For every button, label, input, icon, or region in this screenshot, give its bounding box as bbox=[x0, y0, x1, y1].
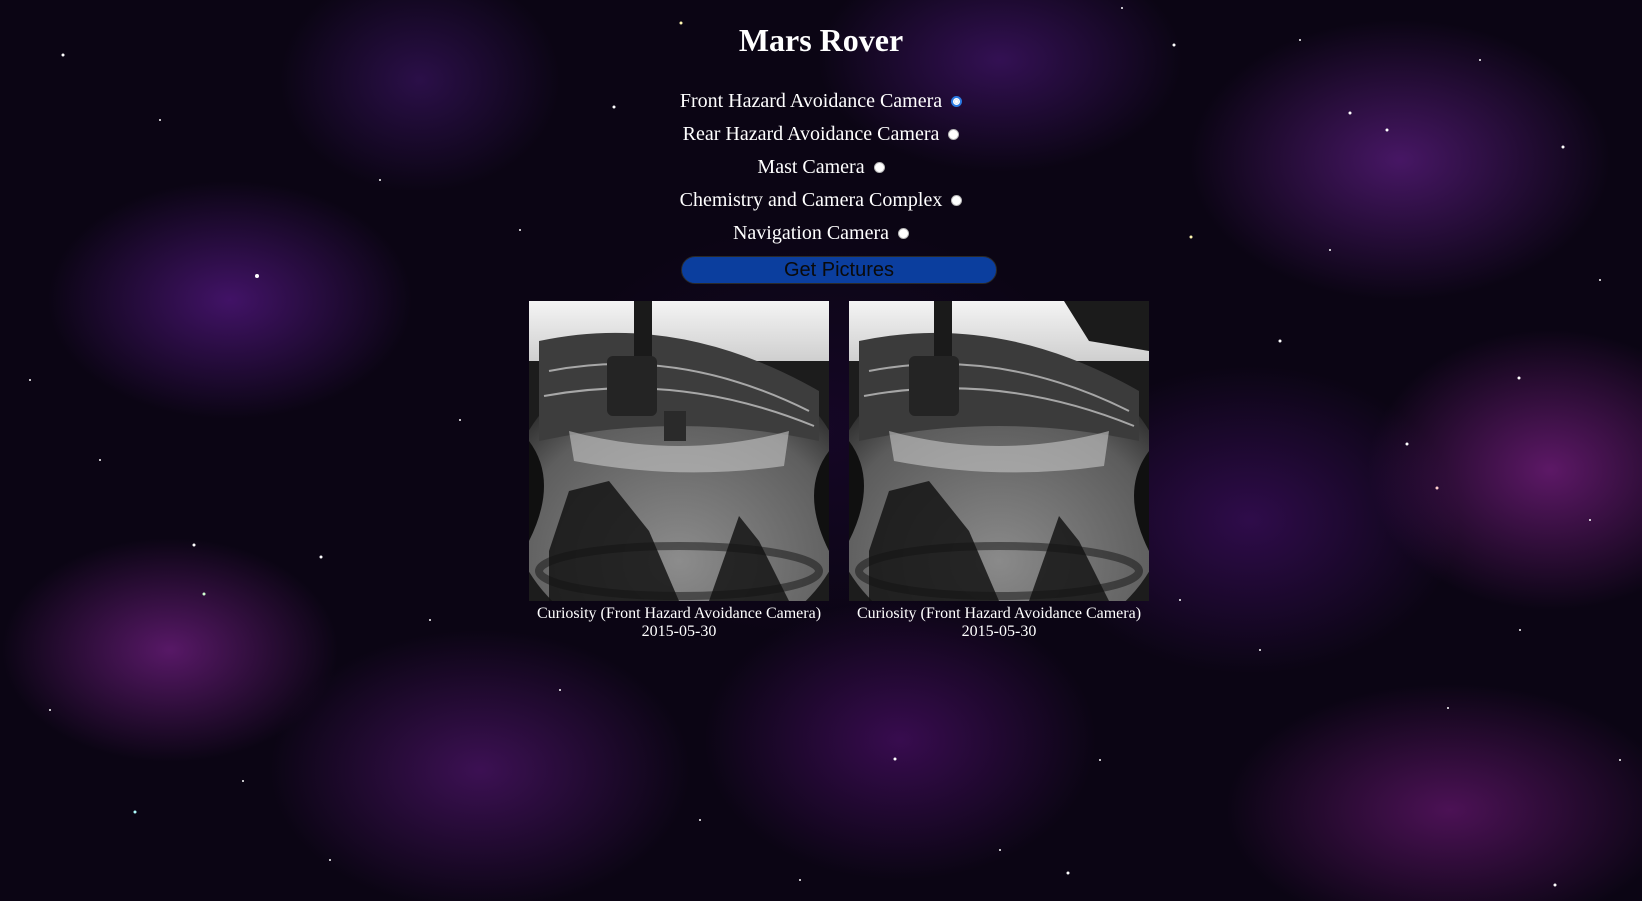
camera-option-label: Front Hazard Avoidance Camera bbox=[679, 90, 943, 112]
photo-date: 2015-05-30 bbox=[961, 623, 1037, 640]
page-background: { "page": { "title": "Mars Rover" }, "ca… bbox=[0, 0, 1642, 901]
radio-button[interactable] bbox=[898, 228, 910, 239]
camera-option-front-hazard[interactable]: Front Hazard Avoidance Camera bbox=[0, 85, 1642, 118]
radio-button-selected[interactable] bbox=[951, 96, 963, 107]
camera-option-rear-hazard[interactable]: Rear Hazard Avoidance Camera bbox=[0, 118, 1642, 151]
rover-photo[interactable] bbox=[849, 301, 1149, 601]
photo-card: Curiosity (Front Hazard Avoidance Camera… bbox=[529, 301, 829, 641]
photo-caption: Curiosity (Front Hazard Avoidance Camera… bbox=[856, 605, 1142, 622]
camera-option-label: Navigation Camera bbox=[732, 222, 890, 244]
camera-option-mast[interactable]: Mast Camera bbox=[0, 151, 1642, 184]
page-title: Mars Rover bbox=[738, 22, 904, 58]
radio-button[interactable] bbox=[951, 195, 963, 206]
radio-button[interactable] bbox=[873, 162, 885, 173]
get-pictures-button[interactable]: Get Pictures bbox=[681, 256, 997, 284]
photo-card: Curiosity (Front Hazard Avoidance Camera… bbox=[849, 301, 1149, 641]
camera-option-navigation[interactable]: Navigation Camera bbox=[0, 217, 1642, 250]
camera-radio-group: Front Hazard Avoidance Camera Rear Hazar… bbox=[0, 85, 1642, 250]
photo-caption: Curiosity (Front Hazard Avoidance Camera… bbox=[536, 605, 822, 622]
camera-option-label: Chemistry and Camera Complex bbox=[679, 189, 943, 211]
radio-button[interactable] bbox=[948, 129, 960, 140]
camera-option-label: Rear Hazard Avoidance Camera bbox=[682, 123, 940, 145]
camera-option-label: Mast Camera bbox=[757, 156, 865, 178]
rover-photo[interactable] bbox=[529, 301, 829, 601]
photo-date: 2015-05-30 bbox=[641, 623, 717, 640]
photo-gallery: Curiosity (Front Hazard Avoidance Camera… bbox=[529, 301, 1149, 641]
camera-option-chemcam[interactable]: Chemistry and Camera Complex bbox=[0, 184, 1642, 217]
